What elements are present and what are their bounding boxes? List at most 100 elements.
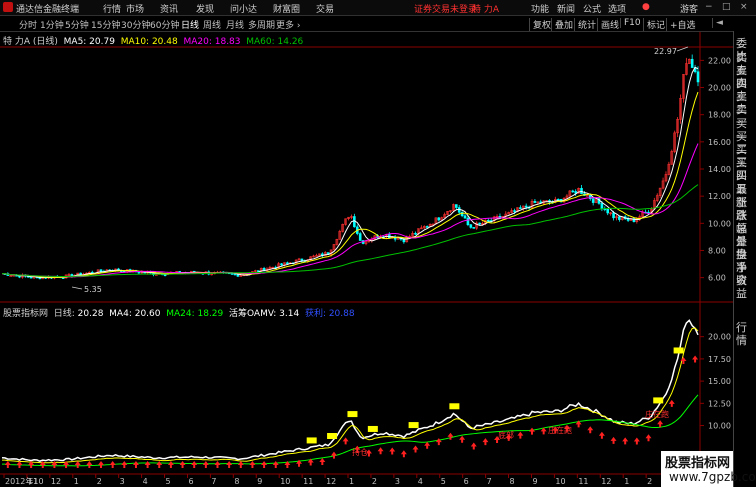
x-tick-label: 8 xyxy=(234,477,239,486)
price-tick-label: 22.00 xyxy=(708,56,731,65)
x-tick-label: 12 xyxy=(601,477,611,486)
close-icon[interactable]: × xyxy=(740,2,748,12)
sub-tick-label: 17.50 xyxy=(708,355,731,364)
x-tick-label: 5 xyxy=(441,477,446,486)
x-tick-label: 1 xyxy=(624,477,629,486)
side-panel-quote-tab[interactable]: 行情 xyxy=(736,321,750,347)
buy-arrow-icon xyxy=(692,355,699,363)
buy-arrow-icon xyxy=(587,426,594,434)
price-tick-label: 8.00 xyxy=(708,246,726,255)
buy-arrow-icon xyxy=(377,447,384,455)
x-tick-label: 2 xyxy=(372,477,377,486)
buy-arrow-icon xyxy=(39,461,46,468)
buy-arrow-icon xyxy=(121,461,128,468)
signal-annotation: 庄在跑 xyxy=(645,409,669,419)
buy-arrow-icon xyxy=(202,461,209,468)
low-price-label: 5.35 xyxy=(84,285,102,294)
ma5-line xyxy=(1,66,699,279)
buy-arrow-icon xyxy=(622,437,629,445)
buy-arrow-icon xyxy=(214,461,221,468)
quote-side-panel[interactable]: 委比 卖五 卖四 卖三 卖二 卖一 买一 买二 买三 买四 买五 最新 涨跌 涨幅 总量 外盘 换手 净资 收益 行情 xyxy=(733,31,756,487)
candle-body xyxy=(286,262,289,265)
x-tick-label: 7 xyxy=(211,477,216,486)
candle-body xyxy=(256,270,260,272)
signal-marker-yellow xyxy=(347,411,358,418)
candle-body xyxy=(618,216,621,220)
indicator-line-yellow xyxy=(1,327,699,464)
legend-ma10: MA10: 20.48 xyxy=(120,37,178,47)
buy-arrow-icon xyxy=(237,461,244,468)
buy-arrow-icon xyxy=(482,438,489,446)
candle-body xyxy=(606,208,610,214)
sub-legend-v1: 20.28 xyxy=(77,309,104,319)
kline-chart[interactable]: 22.0020.0018.0016.0014.0012.0010.008.006… xyxy=(0,0,733,487)
indicator-line-white xyxy=(1,319,699,462)
candle-body xyxy=(626,218,630,221)
x-tick-label: 3 xyxy=(120,477,125,486)
candle-body xyxy=(300,258,304,261)
signal-annotation: 庄在跑 xyxy=(548,425,572,435)
sub-legend-v3: MA24: 18.29 xyxy=(166,309,224,319)
price-tick-label: 10.00 xyxy=(708,219,731,228)
price-tick-label: 6.00 xyxy=(708,274,726,283)
signal-marker-yellow xyxy=(673,347,684,354)
x-tick-label: 10 xyxy=(280,477,290,486)
signal-annotation: 持仓 xyxy=(352,447,368,457)
candle-body xyxy=(533,200,537,203)
buy-arrow-icon xyxy=(319,457,326,465)
price-tick-label: 12.00 xyxy=(708,192,731,201)
x-tick-label: 8 xyxy=(510,477,515,486)
candle-body xyxy=(487,219,490,222)
sub-legend-v5: 获利: 20.88 xyxy=(304,309,355,319)
candle-body xyxy=(414,232,417,235)
x-tick-label: 5 xyxy=(166,477,171,486)
candle-body xyxy=(137,271,141,274)
buy-arrow-icon xyxy=(74,461,81,468)
candle-body xyxy=(524,205,528,208)
buy-arrow-icon xyxy=(16,461,23,468)
buy-arrow-icon xyxy=(156,461,163,468)
candle-body xyxy=(358,233,362,241)
x-tick-label: 12 xyxy=(51,477,61,486)
sub-legend-title: 股票指标网 xyxy=(3,309,49,319)
price-tick-label: 16.00 xyxy=(708,138,731,147)
x-tick-label: 2 xyxy=(647,477,652,486)
legend-ma5: MA5: 20.79 xyxy=(63,37,115,47)
x-tick-label: 6 xyxy=(188,477,193,486)
candle-body xyxy=(612,212,615,219)
buy-arrow-icon xyxy=(4,461,11,468)
candle-body xyxy=(280,263,283,266)
sub-legend: 股票指标网 日线: 20.28 MA4: 20.60 MA24: 18.29 活… xyxy=(3,306,355,319)
main-legend-title: 特 力A (日线) xyxy=(3,37,58,47)
buy-arrow-icon xyxy=(529,427,536,435)
candle-body xyxy=(696,71,700,83)
buy-arrow-icon xyxy=(459,435,466,443)
price-tick-label: 20.00 xyxy=(708,84,731,93)
x-tick-label: 9 xyxy=(532,477,537,486)
buy-arrow-icon xyxy=(86,461,93,468)
signal-marker-yellow xyxy=(327,432,338,439)
buy-arrow-icon xyxy=(424,441,431,449)
buy-arrow-icon xyxy=(179,461,186,468)
candle-body xyxy=(591,198,595,203)
buy-arrow-icon xyxy=(400,450,407,458)
x-tick-label: 3 xyxy=(395,477,400,486)
buy-arrow-icon xyxy=(633,437,640,445)
buy-arrow-icon xyxy=(330,451,337,459)
signal-marker-yellow xyxy=(306,437,317,444)
sub-legend-v4: 活筹OAMV: 3.14 xyxy=(229,309,300,319)
watermark-title: 股票指标网 xyxy=(665,456,731,471)
buy-arrow-icon xyxy=(610,436,617,444)
high-price-pointer xyxy=(676,46,689,52)
buy-arrow-icon xyxy=(191,461,198,468)
price-tick-label: 14.00 xyxy=(708,165,731,174)
candle-body xyxy=(425,226,429,228)
buy-arrow-icon xyxy=(657,420,664,428)
x-tick-label: 7 xyxy=(487,477,492,486)
candle-body xyxy=(556,198,560,201)
candle-body xyxy=(690,58,694,68)
sub-tick-label: 15.00 xyxy=(708,377,731,386)
side-panel-item[interactable]: 收益 xyxy=(736,274,756,300)
buy-arrow-icon xyxy=(342,437,349,445)
signal-marker-yellow xyxy=(653,397,664,404)
